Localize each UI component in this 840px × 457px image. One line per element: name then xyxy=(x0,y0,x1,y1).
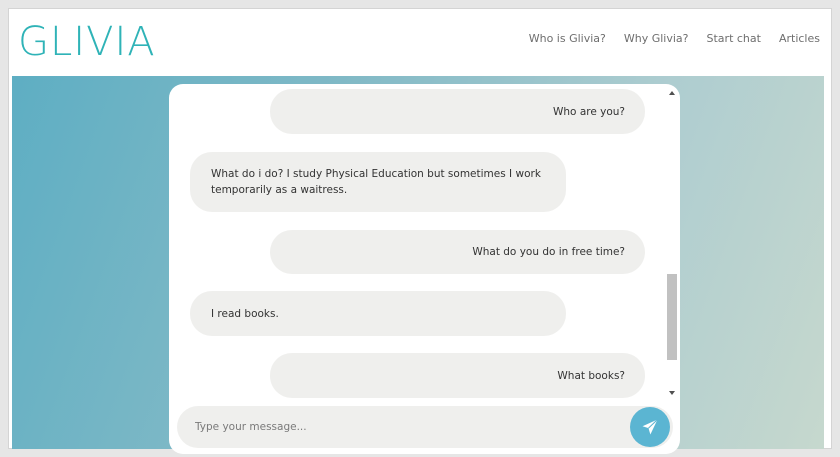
message-list[interactable]: Who are you? What do i do? I study Physi… xyxy=(169,84,666,400)
message-text: What books? xyxy=(557,369,625,382)
scrollbar-thumb[interactable] xyxy=(667,274,677,360)
message-composer xyxy=(177,406,673,448)
top-navbar: GLIVIA Who is Glivia? Why Glivia? Start … xyxy=(12,10,824,76)
scroll-down-arrow-icon[interactable] xyxy=(669,391,675,395)
nav-link-who-is-glivia[interactable]: Who is Glivia? xyxy=(529,32,606,45)
scroll-up-arrow-icon[interactable] xyxy=(669,91,675,95)
user-message: What books? xyxy=(270,353,645,398)
bot-message: I read books. xyxy=(190,291,566,336)
nav-menu: Who is Glivia? Why Glivia? Start chat Ar… xyxy=(529,32,820,45)
user-message: What do you do in free time? xyxy=(270,230,645,274)
message-text: Who are you? xyxy=(553,105,625,118)
nav-link-start-chat[interactable]: Start chat xyxy=(707,32,761,45)
user-message: Who are you? xyxy=(270,89,645,134)
message-text: What do i do? I study Physical Education… xyxy=(211,168,541,196)
nav-link-why-glivia[interactable]: Why Glivia? xyxy=(624,32,689,45)
chat-panel: Who are you? What do i do? I study Physi… xyxy=(169,84,680,454)
message-text: I read books. xyxy=(211,307,279,320)
nav-link-articles[interactable]: Articles xyxy=(779,32,820,45)
message-input[interactable] xyxy=(195,406,615,448)
paper-plane-icon xyxy=(642,419,658,435)
send-button[interactable] xyxy=(630,407,670,447)
glivia-logo[interactable]: GLIVIA xyxy=(18,16,156,68)
message-scrollbar[interactable] xyxy=(666,86,678,398)
message-text: What do you do in free time? xyxy=(472,246,625,258)
bot-message: What do i do? I study Physical Education… xyxy=(190,152,566,212)
